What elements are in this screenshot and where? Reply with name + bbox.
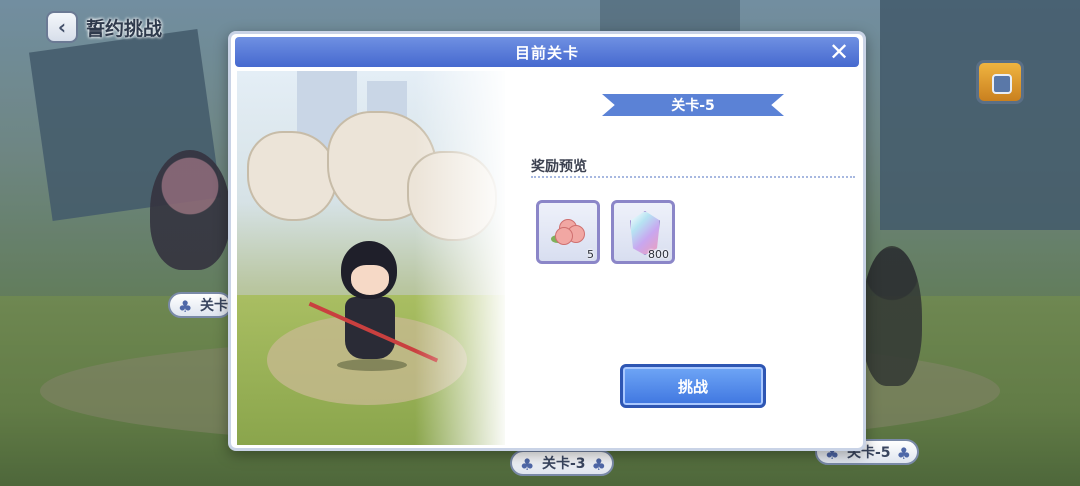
page-title: 誓约挑战 <box>86 18 163 40</box>
clover-icon: ♣ <box>896 444 911 463</box>
reward-item[interactable]: 5 <box>536 200 600 264</box>
reward-quantity: 5 <box>587 248 594 261</box>
scene-fade <box>415 71 505 445</box>
hero-face <box>351 265 389 295</box>
rose-icon <box>551 217 585 247</box>
current-stage-dialog: 目前关卡 ✕ 关卡-5 奖励预览 5 800 挑战 <box>228 31 866 451</box>
stage-banner: 关卡-5 <box>602 94 784 116</box>
reward-item[interactable]: 800 <box>611 200 675 264</box>
challenge-button[interactable]: 挑战 <box>620 364 766 408</box>
clover-icon: ♣ <box>591 455 606 474</box>
clover-icon: ♣ <box>178 297 193 316</box>
hero-shadow <box>337 359 407 371</box>
stage-preview-scene <box>237 71 505 445</box>
stage-node-tag[interactable]: ♣ 关卡-3 ♣ <box>510 450 614 476</box>
stage-node-label: 关卡-3 <box>542 456 586 472</box>
scene-rock <box>247 131 337 221</box>
stage-node-tag[interactable]: ♣ 关卡 <box>168 292 232 318</box>
reward-preview-label: 奖励预览 <box>531 159 587 175</box>
stage-node-label: 关卡 <box>200 298 228 314</box>
divider <box>531 176 855 178</box>
treasure-chest-icon[interactable] <box>976 60 1024 104</box>
dialog-title: 目前关卡 <box>514 43 579 62</box>
chevron-left-icon: ‹ <box>57 15 67 39</box>
reward-quantity: 800 <box>648 248 669 261</box>
close-icon[interactable]: ✕ <box>827 40 851 64</box>
dialog-header: 目前关卡 ✕ <box>235 37 859 67</box>
clover-icon: ♣ <box>520 455 535 474</box>
back-button[interactable]: ‹ <box>46 11 78 43</box>
